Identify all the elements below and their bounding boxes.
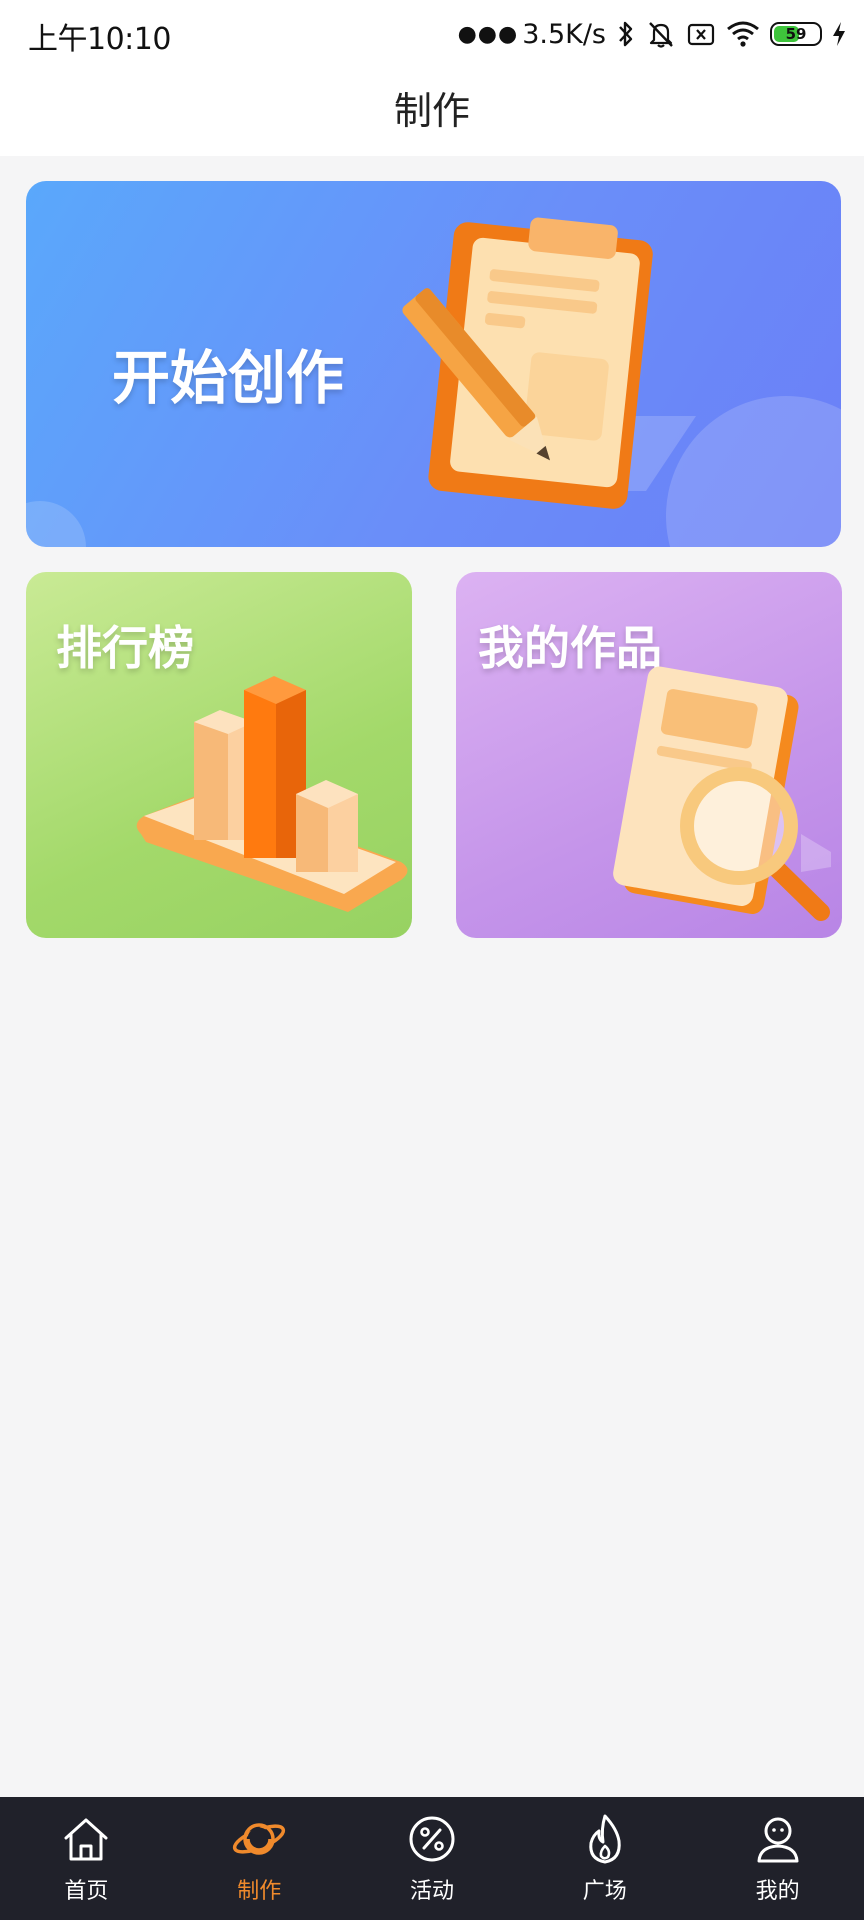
person-icon bbox=[757, 1817, 799, 1863]
screen: 上午10:10 ●●● 3.5K/s 59 制作 开始创作 排行榜 我的作品 首… bbox=[0, 0, 864, 1920]
nav-item-mine[interactable]: 我的 bbox=[691, 1797, 864, 1920]
percent-icon bbox=[409, 1816, 455, 1862]
sim-off-icon bbox=[686, 19, 716, 49]
network-speed: 3.5K/s bbox=[522, 18, 606, 50]
nav-item-activity[interactable]: 活动 bbox=[346, 1797, 519, 1920]
ranking-card[interactable]: 排行榜 bbox=[26, 572, 412, 938]
book-magnifier-illustration bbox=[613, 666, 831, 921]
battery-icon: 59 bbox=[770, 22, 822, 46]
wifi-icon bbox=[726, 19, 760, 49]
nav-item-square[interactable]: 广场 bbox=[518, 1797, 691, 1920]
status-time: 上午10:10 bbox=[28, 22, 171, 57]
mute-bell-icon bbox=[646, 19, 676, 49]
nav-label-create: 制作 bbox=[237, 1879, 282, 1904]
nav-label-home: 首页 bbox=[64, 1879, 109, 1904]
nav-label-square: 广场 bbox=[582, 1879, 627, 1904]
more-dots-icon: ●●● bbox=[457, 21, 519, 47]
battery-level: 59 bbox=[785, 25, 807, 43]
nav-item-home[interactable]: 首页 bbox=[0, 1797, 173, 1920]
charging-icon bbox=[832, 21, 846, 47]
bluetooth-icon bbox=[616, 19, 636, 49]
status-bar: 上午10:10 ●●● 3.5K/s 59 bbox=[0, 0, 864, 70]
nav-label-activity: 活动 bbox=[409, 1879, 454, 1904]
planet-icon bbox=[233, 1823, 286, 1855]
start-creating-card[interactable]: 开始创作 bbox=[26, 181, 841, 547]
title-bar: 制作 bbox=[0, 70, 864, 156]
bottom-nav: 首页 制作 活动 广场 我的 bbox=[0, 1797, 864, 1920]
home-icon bbox=[64, 1818, 108, 1861]
nav-item-create[interactable]: 制作 bbox=[173, 1797, 346, 1920]
page-title: 制作 bbox=[393, 89, 470, 133]
flame-icon bbox=[589, 1814, 621, 1864]
my-works-card[interactable]: 我的作品 bbox=[456, 572, 842, 938]
bar-chart-illustration bbox=[136, 676, 408, 912]
status-icons: ●●● 3.5K/s 59 bbox=[458, 16, 846, 52]
nav-label-mine: 我的 bbox=[755, 1879, 800, 1904]
clipboard-pencil-illustration bbox=[26, 217, 841, 547]
